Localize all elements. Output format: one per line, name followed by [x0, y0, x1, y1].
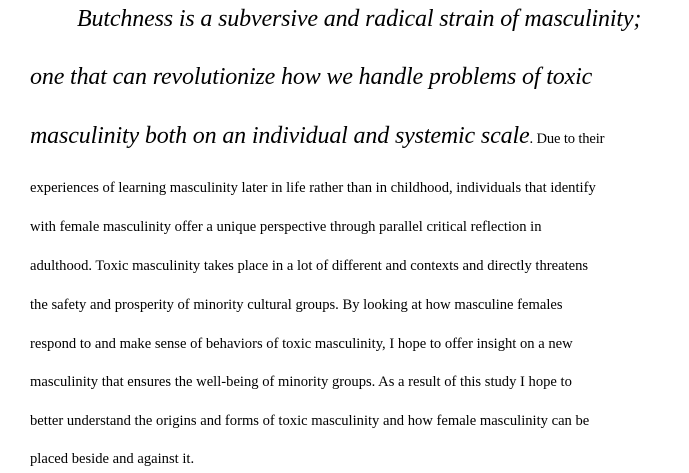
- thesis-line-1: Butchness is a subversive and radical st…: [77, 6, 642, 32]
- body-line-7: better understand the origins and forms …: [30, 413, 590, 429]
- body-line-8: placed beside and against it.: [30, 451, 195, 467]
- document-page: Butchness is a subversive and radical st…: [0, 0, 689, 473]
- body-line-4: the safety and prosperity of minority cu…: [30, 297, 563, 313]
- body-line-1: experiences of learning masculinity late…: [30, 180, 596, 196]
- thesis-tail: . Due to their: [529, 131, 605, 147]
- body-line-5: respond to and make sense of behaviors o…: [30, 336, 573, 352]
- thesis-line-2: one that can revolutionize how we handle…: [30, 64, 593, 90]
- body-line-3: adulthood. Toxic masculinity takes place…: [30, 258, 589, 274]
- body-line-6: masculinity that ensures the well-being …: [30, 374, 572, 390]
- body-line-2: with female masculinity offer a unique p…: [30, 219, 542, 235]
- thesis-line-3-text: masculinity both on an individual and sy…: [30, 123, 530, 149]
- thesis-line-3: masculinity both on an individual and sy…: [30, 123, 605, 150]
